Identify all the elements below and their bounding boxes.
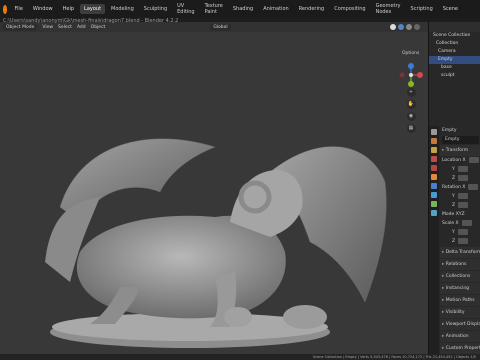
outliner-header bbox=[429, 22, 480, 32]
location-x-field[interactable] bbox=[468, 156, 479, 163]
workspace-tab-modeling[interactable]: Modeling bbox=[107, 4, 138, 14]
data-tab-icon[interactable] bbox=[431, 210, 437, 216]
rotation-y-label: Y bbox=[440, 192, 480, 201]
rotation-z-label: Z bbox=[440, 201, 480, 210]
relations-section[interactable]: Relations bbox=[440, 259, 480, 270]
status-text: Scene Collection | Empty | Verts 5,543,4… bbox=[312, 355, 476, 359]
collections-section[interactable]: Collections bbox=[440, 271, 480, 282]
scene-tab-icon[interactable] bbox=[431, 156, 437, 162]
pan-hand-icon[interactable]: ✋ bbox=[406, 100, 416, 109]
output-tab-icon[interactable] bbox=[431, 147, 437, 153]
workspace-tab-animation[interactable]: Animation bbox=[259, 4, 293, 14]
outliner-row[interactable]: sculpt bbox=[429, 72, 480, 80]
rotation-mode-dropdown[interactable]: XYZ bbox=[456, 212, 465, 217]
location-y-field[interactable] bbox=[457, 165, 468, 172]
outliner-row[interactable]: base bbox=[429, 64, 480, 72]
properties-panel: Empty Empty Transform Location X Y Z Rot… bbox=[428, 126, 480, 354]
dragon-sculpt-model[interactable] bbox=[40, 112, 420, 354]
outliner-scene-collection[interactable]: Scene Collection bbox=[429, 32, 480, 40]
transform-section[interactable]: Transform bbox=[440, 145, 480, 156]
properties-tabs bbox=[429, 126, 439, 354]
scale-y-field[interactable] bbox=[457, 228, 468, 235]
workspace-tab-scripting[interactable]: Scripting bbox=[407, 4, 437, 14]
window-title: C:\Users\sandy\anonym\Gk\mesh-finals\dra… bbox=[3, 18, 179, 24]
workspace-tab-geometry-nodes[interactable]: Geometry Nodes bbox=[372, 1, 405, 17]
viewport-display-section[interactable]: Viewport Display bbox=[440, 319, 480, 330]
menu-help[interactable]: Help bbox=[59, 6, 78, 12]
modifier-tab-icon[interactable] bbox=[431, 183, 437, 189]
physics-tab-icon[interactable] bbox=[431, 192, 437, 198]
rotation-mode-label: Mode XYZ bbox=[442, 212, 465, 217]
zoom-icon[interactable]: + bbox=[406, 88, 416, 97]
rotation-y-field[interactable] bbox=[457, 192, 468, 199]
outliner-row[interactable]: Camera bbox=[429, 48, 480, 56]
instancing-section[interactable]: Instancing bbox=[440, 283, 480, 294]
render-tab-icon[interactable] bbox=[431, 138, 437, 144]
scene-selector[interactable]: Scene bbox=[439, 6, 462, 12]
visibility-section[interactable]: Visibility bbox=[440, 307, 480, 318]
properties-content: Empty Empty Transform Location X Y Z Rot… bbox=[440, 126, 480, 354]
status-bar: Scene Collection | Empty | Verts 5,543,4… bbox=[0, 354, 480, 360]
workspace-tab-rendering[interactable]: Rendering bbox=[295, 4, 329, 14]
navigation-gizmo-icon[interactable] bbox=[398, 62, 424, 88]
rotation-x-field[interactable] bbox=[468, 183, 479, 190]
constraints-tab-icon[interactable] bbox=[431, 201, 437, 207]
scale-z-field[interactable] bbox=[458, 237, 469, 244]
outliner-panel: Scene Collection Collection Camera Empty… bbox=[428, 22, 480, 126]
tool-tab-icon[interactable] bbox=[431, 129, 437, 135]
object-name-label: Empty bbox=[442, 128, 457, 133]
rotation-z-field[interactable] bbox=[458, 201, 469, 208]
location-x-label: Location X bbox=[440, 156, 480, 165]
scale-z-label: Z bbox=[440, 237, 480, 246]
options-dropdown[interactable]: Options bbox=[402, 51, 419, 56]
location-z-label: Z bbox=[440, 174, 480, 183]
motion-paths-section[interactable]: Motion Paths bbox=[440, 295, 480, 306]
workspace-tab-uv-editing[interactable]: UV Editing bbox=[173, 1, 198, 17]
scale-x-label: Scale X bbox=[440, 219, 480, 228]
workspace-tab-compositing[interactable]: Compositing bbox=[330, 4, 369, 14]
object-tab-icon[interactable] bbox=[431, 174, 437, 180]
menu-window[interactable]: Window bbox=[29, 6, 57, 12]
world-tab-icon[interactable] bbox=[431, 165, 437, 171]
blender-logo-icon[interactable] bbox=[3, 4, 7, 14]
location-z-field[interactable] bbox=[458, 174, 469, 181]
outliner-row-selected[interactable]: Empty bbox=[429, 56, 480, 64]
delta-transform-section[interactable]: Delta Transform bbox=[440, 247, 480, 258]
workspace-tab-layout[interactable]: Layout bbox=[80, 4, 106, 14]
rotation-x-label: Rotation X bbox=[440, 183, 480, 192]
location-y-label: Y bbox=[440, 165, 480, 174]
workspace-tab-sculpting[interactable]: Sculpting bbox=[140, 4, 171, 14]
object-name-field[interactable]: Empty bbox=[442, 136, 479, 144]
workspace-tab-texture-paint[interactable]: Texture Paint bbox=[201, 1, 227, 17]
workspace-tab-shading[interactable]: Shading bbox=[229, 4, 257, 14]
outliner-row[interactable]: Collection bbox=[429, 40, 480, 48]
scale-y-label: Y bbox=[440, 228, 480, 237]
3d-viewport[interactable]: Object Mode View Select Add Object Globa… bbox=[0, 22, 428, 354]
scale-x-field[interactable] bbox=[461, 219, 472, 226]
menu-file[interactable]: File bbox=[11, 6, 27, 12]
custom-properties-section[interactable]: Custom Properties bbox=[440, 343, 480, 354]
animation-section[interactable]: Animation bbox=[440, 331, 480, 342]
